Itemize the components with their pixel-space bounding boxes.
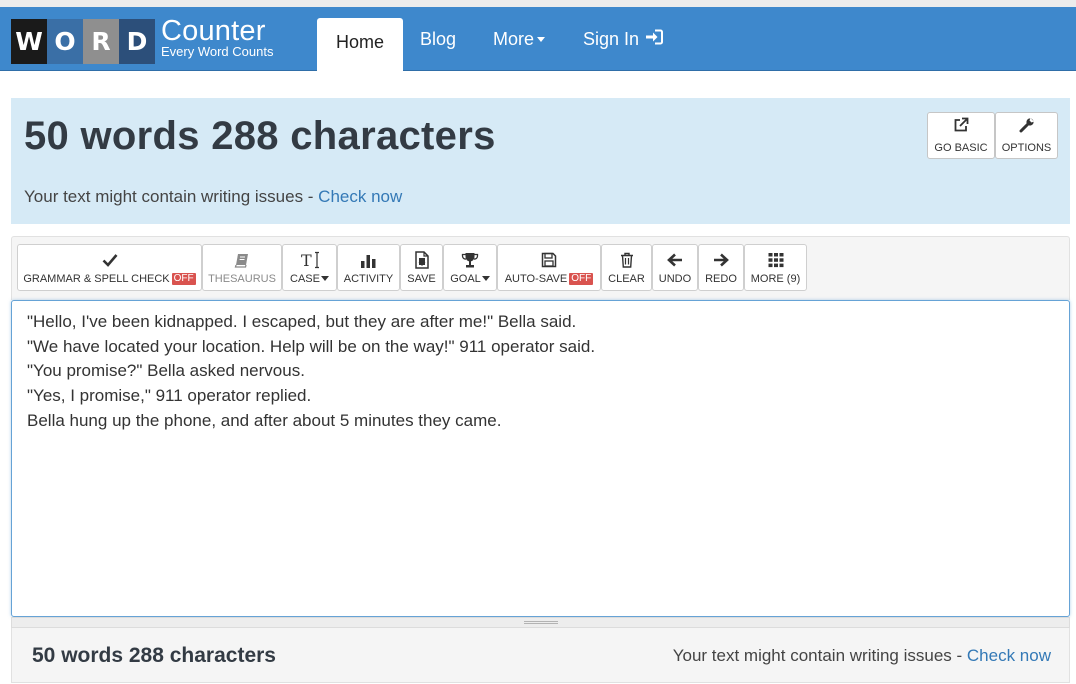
nav-blog[interactable]: Blog — [420, 7, 456, 71]
editor-resize-handle[interactable] — [11, 617, 1070, 628]
grammar-spell-check-button[interactable]: GRAMMAR & SPELL CHECK OFF — [17, 244, 202, 291]
save-button[interactable]: SAVE — [400, 244, 443, 291]
editor-toolbar: GRAMMAR & SPELL CHECK OFF THESAURUS T CA… — [11, 236, 1070, 300]
trophy-icon — [461, 251, 479, 269]
nav-blog-label: Blog — [420, 28, 457, 49]
more-tools-label: MORE (9) — [750, 272, 801, 285]
svg-text:T: T — [301, 251, 312, 269]
writing-issues-text: Your text might contain writing issues - — [24, 187, 319, 206]
logo-tagline: Every Word Counts — [161, 44, 274, 59]
top-strip — [0, 0, 1076, 7]
chevron-down-icon — [537, 36, 546, 42]
nav-signin-label: Sign In — [583, 28, 640, 49]
external-link-icon — [953, 117, 969, 138]
clear-label: CLEAR — [608, 272, 645, 285]
editor-line: "We have located your location. Help wil… — [27, 336, 596, 356]
editor-line: "Yes, I promise," 911 operator replied. — [27, 386, 312, 406]
text-cursor-icon: T — [300, 251, 320, 269]
grip-icon — [524, 621, 558, 624]
undo-button[interactable]: UNDO — [652, 244, 698, 291]
thesaurus-button[interactable]: THESAURUS — [202, 244, 282, 291]
book-icon — [234, 251, 250, 269]
logo-name: Counter — [161, 15, 266, 47]
save-label: SAVE — [407, 272, 436, 285]
redo-button[interactable]: REDO — [698, 244, 744, 291]
options-label: OPTIONS — [1001, 142, 1052, 154]
word-character-count: 50 words 288 characters — [24, 114, 496, 158]
go-basic-button[interactable]: GO BASIC — [927, 112, 995, 159]
editor-line: "Hello, I've been kidnapped. I escaped, … — [27, 312, 577, 331]
options-button[interactable]: OPTIONS — [995, 112, 1058, 159]
chevron-down-icon — [481, 276, 490, 281]
file-download-icon — [414, 250, 430, 269]
auto-save-button[interactable]: AUTO-SAVE OFF — [497, 244, 601, 291]
check-now-link[interactable]: Check now — [318, 187, 402, 206]
grammar-off-badge: OFF — [171, 272, 196, 285]
grammar-label: GRAMMAR & SPELL CHECK — [23, 272, 170, 285]
redo-label: REDO — [705, 272, 737, 285]
goal-label: GOAL — [450, 272, 481, 285]
logo-letter-w: W — [11, 19, 47, 64]
footer-word-character-count: 50 words 288 characters — [32, 644, 276, 667]
undo-label: UNDO — [658, 272, 692, 285]
arrow-left-icon — [667, 251, 683, 269]
navbar: W O R D Counter Every Word Counts Home B… — [0, 7, 1076, 71]
clear-button[interactable]: CLEAR — [601, 244, 652, 291]
case-dropdown-button[interactable]: T CASE — [282, 244, 337, 291]
check-icon — [102, 251, 118, 269]
wrench-icon — [1019, 117, 1035, 138]
logo-letter-r: R — [83, 19, 119, 64]
logo-text: Counter Every Word Counts — [161, 16, 273, 68]
nav-signin[interactable]: Sign In — [583, 7, 664, 71]
case-label: CASE — [290, 272, 320, 285]
logo-letter-d: D — [119, 19, 155, 64]
wordcounter-logo[interactable]: W O R D Counter Every Word Counts — [11, 16, 273, 68]
auto-save-off-badge: OFF — [569, 272, 594, 285]
floppy-disk-icon — [541, 251, 557, 269]
activity-label: ACTIVITY — [343, 272, 394, 285]
summary-panel: 50 words 288 characters Your text might … — [11, 98, 1070, 224]
arrow-right-icon — [713, 251, 729, 269]
nav-more-label: More — [493, 28, 535, 49]
go-basic-label: GO BASIC — [934, 142, 988, 154]
activity-button[interactable]: ACTIVITY — [337, 244, 400, 291]
editor-line: Bella hung up the phone, and after about… — [27, 410, 502, 430]
thesaurus-label: THESAURUS — [208, 272, 276, 285]
footer-writing-issues-text: Your text might contain writing issues - — [672, 646, 967, 665]
trash-icon — [620, 251, 634, 269]
auto-save-label: AUTO-SAVE — [504, 272, 568, 285]
nav-home-label: Home — [336, 32, 385, 52]
writing-issues-notice: Your text might contain writing issues -… — [24, 187, 402, 207]
footer-writing-issues-notice: Your text might contain writing issues -… — [673, 646, 1051, 666]
footer-check-now-link[interactable]: Check now — [967, 646, 1051, 665]
grid-icon — [768, 251, 784, 269]
bar-chart-icon — [360, 251, 378, 269]
nav-more-dropdown[interactable]: More — [493, 7, 546, 71]
more-tools-button[interactable]: MORE (9) — [744, 244, 807, 291]
chevron-down-icon — [320, 276, 329, 281]
sign-in-icon — [645, 29, 664, 50]
goal-dropdown-button[interactable]: GOAL — [443, 244, 497, 291]
nav-home[interactable]: Home — [317, 18, 404, 71]
footer-status-bar: 50 words 288 characters Your text might … — [11, 628, 1070, 683]
editor-line: "You promise?" Bella asked nervous. — [27, 361, 305, 381]
text-editor[interactable]: "Hello, I've been kidnapped. I escaped, … — [11, 300, 1070, 617]
logo-letter-o: O — [47, 19, 83, 64]
